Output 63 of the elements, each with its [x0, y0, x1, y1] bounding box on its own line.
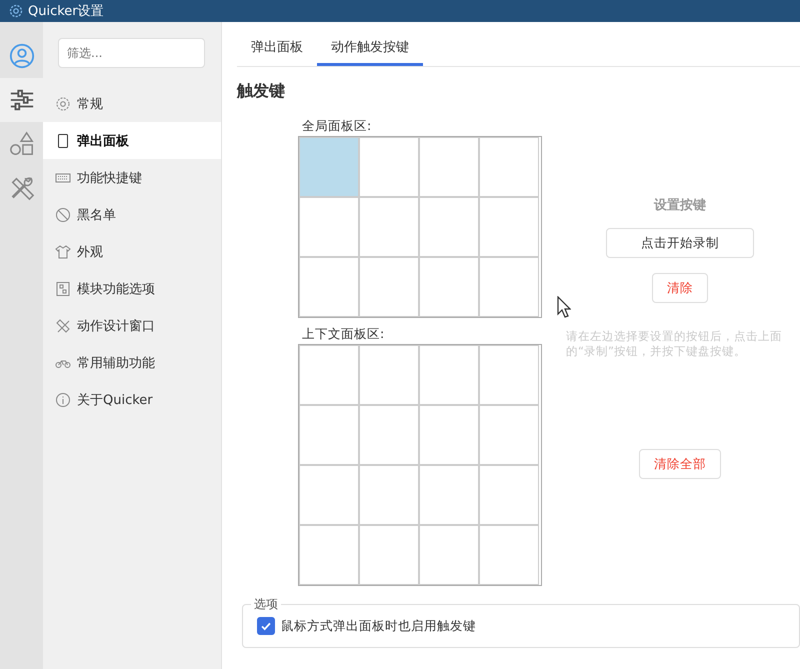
key-slot[interactable] — [419, 197, 479, 257]
sliders-icon — [8, 87, 34, 113]
key-slot[interactable] — [299, 345, 359, 405]
prohibit-icon — [55, 206, 71, 222]
nav-item[interactable]: 常用辅助功能 — [43, 344, 221, 381]
nav-item[interactable]: 黑名单 — [43, 196, 221, 233]
key-slot[interactable] — [359, 197, 419, 257]
key-slot[interactable] — [359, 465, 419, 525]
info-icon — [55, 392, 71, 408]
key-slot[interactable] — [359, 525, 419, 585]
tools-icon — [55, 318, 71, 334]
panel-title: 设置按键 — [654, 197, 706, 214]
key-slot[interactable] — [299, 405, 359, 465]
gear-icon — [8, 3, 24, 19]
key-slot[interactable] — [299, 137, 359, 197]
checkbox-label: 鼠标方式弹出面板时也启用触发键 — [281, 618, 476, 634]
filter-field[interactable]: 筛选... — [58, 38, 205, 68]
nav-item[interactable]: 外观 — [43, 233, 221, 270]
grid-label: 上下文面板区: — [302, 326, 386, 343]
key-slot[interactable] — [479, 405, 539, 465]
gear-icon — [55, 96, 71, 112]
tab[interactable]: 弹出面板 — [237, 32, 317, 66]
clear-all-button[interactable]: 清除全部 — [639, 449, 721, 479]
window-title: Quicker设置 — [28, 3, 104, 20]
key-slot[interactable] — [299, 197, 359, 257]
key-slot[interactable] — [299, 257, 359, 317]
key-slot[interactable] — [419, 465, 479, 525]
key-slot[interactable] — [479, 197, 539, 257]
key-slot[interactable] — [299, 465, 359, 525]
nav-item[interactable]: 关于Quicker — [43, 381, 221, 418]
mouse-cursor-icon — [557, 296, 571, 318]
nav-item[interactable]: 功能快捷键 — [43, 159, 221, 196]
key-slot[interactable] — [419, 257, 479, 317]
clear-button[interactable]: 清除 — [652, 273, 708, 303]
nav-item[interactable]: 弹出面板 — [43, 122, 221, 159]
key-slot[interactable] — [359, 137, 419, 197]
module-icon — [55, 280, 71, 296]
key-slot[interactable] — [359, 257, 419, 317]
nav-item[interactable]: 常规 — [43, 85, 221, 122]
key-slot[interactable] — [479, 465, 539, 525]
key-slot[interactable] — [419, 525, 479, 585]
key-slot[interactable] — [419, 405, 479, 465]
user-icon — [8, 43, 34, 69]
grid-label: 全局面板区: — [302, 118, 372, 135]
key-slot[interactable] — [359, 345, 419, 405]
key-slot[interactable] — [479, 257, 539, 317]
group-legend: 选项 — [251, 596, 281, 613]
section-heading: 触发键 — [237, 81, 286, 102]
key-slot[interactable] — [479, 137, 539, 197]
shirt-icon — [55, 244, 71, 260]
key-slot[interactable] — [299, 525, 359, 585]
tab[interactable]: 动作触发按键 — [317, 32, 423, 66]
key-slot[interactable] — [359, 405, 419, 465]
shapes-icon — [8, 131, 34, 157]
record-button[interactable]: 点击开始录制 — [606, 228, 754, 258]
key-slot[interactable] — [479, 345, 539, 405]
nav-item[interactable]: 动作设计窗口 — [43, 307, 221, 344]
key-slot[interactable] — [479, 525, 539, 585]
nav-item[interactable]: 模块功能选项 — [43, 270, 221, 307]
checkbox[interactable] — [257, 617, 275, 635]
page-icon — [55, 132, 71, 148]
key-slot[interactable] — [419, 137, 479, 197]
key-slot[interactable] — [419, 345, 479, 405]
